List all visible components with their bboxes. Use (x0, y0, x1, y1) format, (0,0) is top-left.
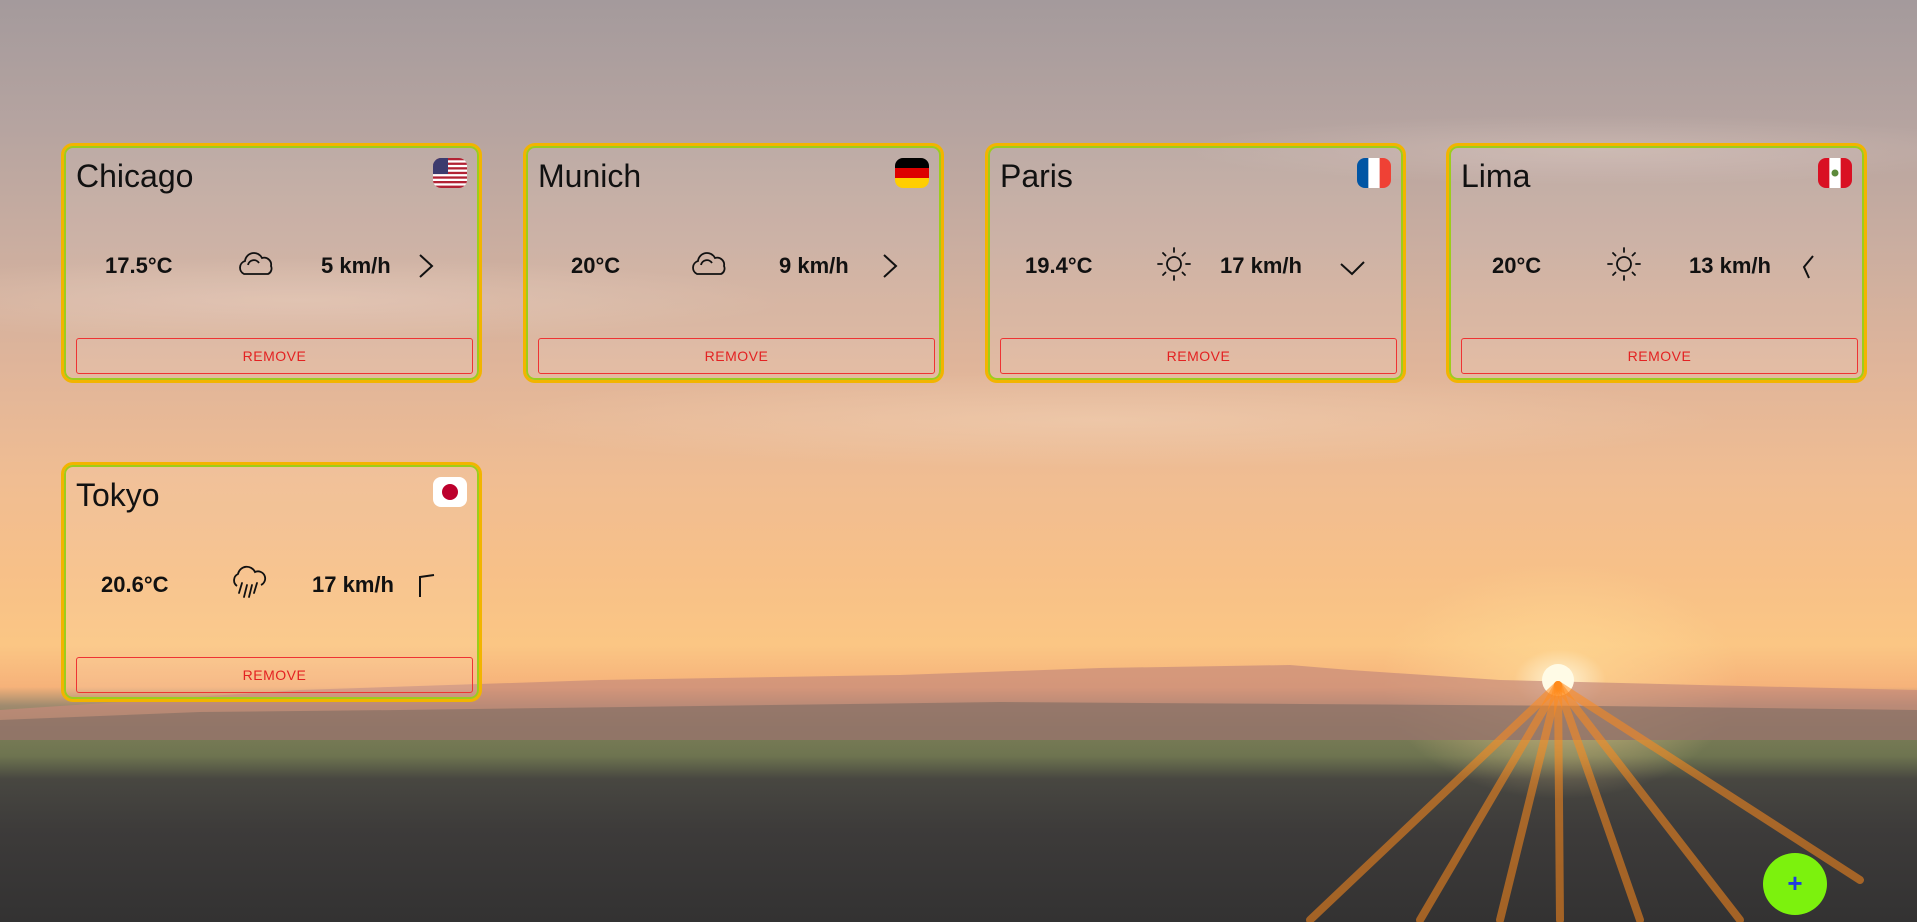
de-flag-icon (895, 158, 929, 188)
remove-button[interactable]: REMOVE (76, 657, 473, 693)
temperature: 17.5°C (105, 253, 173, 278)
temperature: 20°C (1492, 253, 1542, 278)
wind-direction-icon (419, 574, 435, 597)
sun-icon (1157, 247, 1191, 281)
remove-button[interactable]: REMOVE (1461, 338, 1858, 374)
wind-speed: 17 km/h (312, 572, 394, 597)
sun-glow (1380, 560, 1740, 800)
remove-button[interactable]: REMOVE (76, 338, 473, 374)
add-city-button[interactable]: + (1763, 853, 1827, 915)
sky-background (0, 0, 1917, 922)
temperature: 20°C (571, 253, 621, 278)
wind-direction-icon (1340, 261, 1365, 276)
pe-flag-icon (1818, 158, 1852, 188)
city-name: Munich (538, 158, 642, 194)
jp-flag-icon (433, 477, 467, 507)
temperature: 20.6°C (101, 572, 169, 597)
city-name: Paris (1000, 158, 1073, 194)
temperature: 19.4°C (1025, 253, 1093, 278)
cloudy-icon (692, 252, 726, 275)
wind-speed: 17 km/h (1220, 253, 1302, 278)
city-name: Chicago (76, 158, 194, 194)
wind-direction-icon (419, 254, 434, 278)
rain-icon (233, 565, 267, 598)
city-name: Lima (1461, 158, 1531, 194)
fr-flag-icon (1357, 158, 1391, 188)
sun-rays (1306, 664, 1864, 922)
wind-speed: 9 km/h (779, 253, 849, 278)
wind-speed: 5 km/h (321, 253, 391, 278)
cloudy-icon (239, 252, 273, 275)
wind-direction-icon (1802, 255, 1814, 279)
city-name: Tokyo (76, 477, 160, 513)
remove-button[interactable]: REMOVE (538, 338, 935, 374)
city-card-chicago: Chicago 17.5°C 5 km/h REMOVE (61, 143, 482, 383)
wind-speed: 13 km/h (1689, 253, 1771, 278)
city-card-tokyo: Tokyo 20.6°C 17 km/h REMOVE (61, 462, 482, 702)
wind-direction-icon (883, 254, 898, 278)
sun-icon (1607, 247, 1641, 281)
city-card-lima: Lima 20°C 13 km/h REMOVE (1446, 143, 1867, 383)
remove-button[interactable]: REMOVE (1000, 338, 1397, 374)
us-flag-icon (433, 158, 467, 188)
city-card-paris: Paris 19.4°C 17 km/h REMOVE (985, 143, 1406, 383)
city-card-munich: Munich 20°C 9 km/h REMOVE (523, 143, 944, 383)
